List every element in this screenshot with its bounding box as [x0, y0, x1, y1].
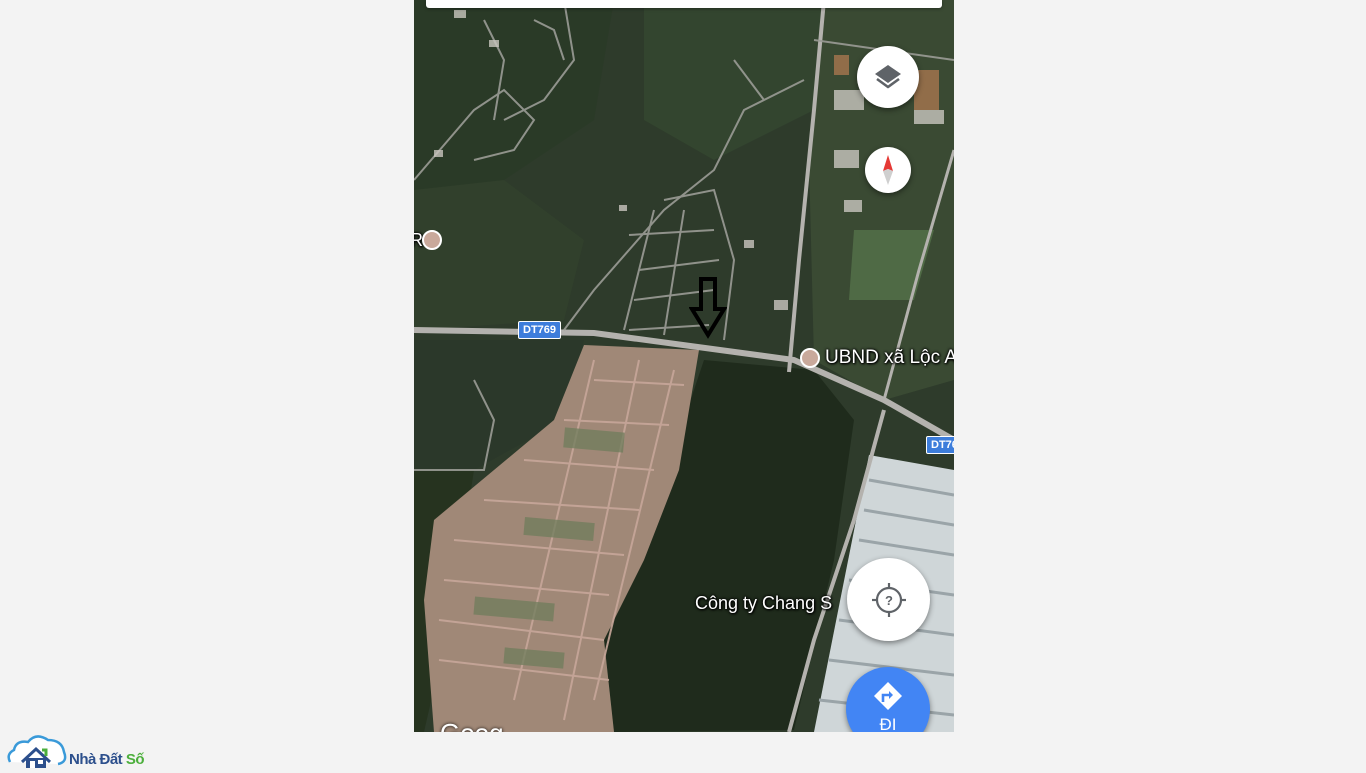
google-logo: Goog [440, 718, 504, 732]
map-place-label[interactable]: UBND xã Lộc A [825, 347, 954, 369]
compass-icon [883, 155, 893, 185]
watermark-text: Nhà Đất Số [69, 751, 145, 768]
road-shield: DT76 [926, 436, 954, 454]
watermark-text-accent: Số [125, 751, 145, 768]
layers-icon [875, 65, 901, 89]
map-place-label[interactable]: Công ty Chang S [695, 593, 832, 614]
layers-button[interactable] [857, 46, 919, 108]
compass-button[interactable] [865, 147, 911, 193]
search-bar-edge[interactable] [426, 0, 942, 8]
crosshair-question-icon: ? [871, 582, 906, 617]
poi-marker-icon[interactable] [422, 230, 442, 250]
directions-label: ĐI [879, 715, 897, 732]
arrow-down-icon [689, 277, 727, 339]
my-location-button[interactable]: ? [847, 558, 930, 641]
government-building-icon[interactable] [800, 348, 820, 368]
directions-icon [874, 682, 902, 710]
road-shield: DT769 [518, 321, 562, 339]
watermark-logo: Nhà Đất Số [6, 732, 166, 768]
watermark-text-primary: Nhà Đất [69, 751, 126, 768]
house-cloud-icon [7, 735, 67, 768]
svg-text:?: ? [885, 593, 893, 608]
satellite-map[interactable]: R DT769 DT76 UBND xã Lộc A Công ty Chang… [414, 0, 954, 732]
